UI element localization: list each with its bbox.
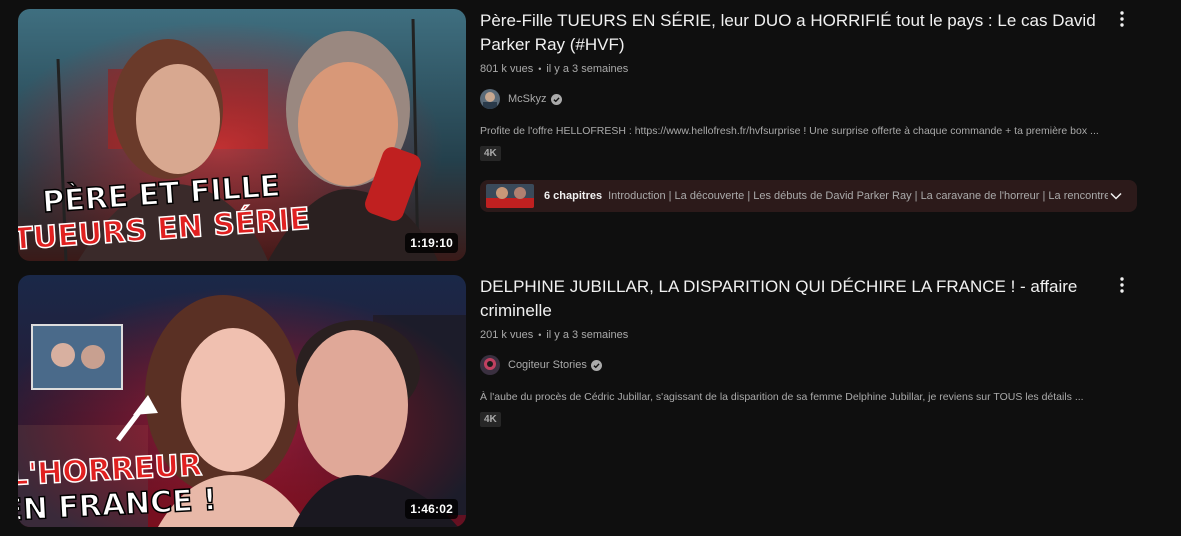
more-vert-icon bbox=[1120, 277, 1124, 293]
separator-dot: • bbox=[538, 64, 542, 74]
view-count: 201 k vues bbox=[480, 329, 534, 341]
video-metadata: 201 k vues • il y a 3 semaines bbox=[480, 329, 1140, 341]
channel-name[interactable]: McSkyz bbox=[508, 93, 547, 105]
video-thumbnail[interactable]: L'HORREUR EN FRANCE ! 1:46:02 bbox=[18, 275, 466, 527]
chapters-bar[interactable]: 6 chapitres Introduction | La découverte… bbox=[480, 180, 1137, 212]
chevron-down-icon[interactable] bbox=[1109, 189, 1123, 203]
video-duration: 1:19:10 bbox=[405, 233, 458, 253]
chapter-thumbnail bbox=[486, 184, 534, 208]
video-metadata: 801 k vues • il y a 3 semaines bbox=[480, 63, 1140, 75]
quality-badge: 4K bbox=[480, 146, 501, 161]
verified-icon bbox=[550, 93, 562, 105]
video-description: Profite de l'offre HELLOFRESH : https://… bbox=[480, 125, 1099, 137]
upload-age: il y a 3 semaines bbox=[546, 329, 629, 341]
verified-icon bbox=[590, 359, 602, 371]
chapters-count: 6 chapitres bbox=[544, 190, 603, 202]
thumbnail-image: PÈRE ET FILLE TUEURS EN SÉRIE bbox=[18, 9, 466, 261]
video-description: À l'aube du procès de Cédric Jubillar, s… bbox=[480, 391, 1084, 403]
channel-name[interactable]: Cogiteur Stories bbox=[508, 359, 587, 371]
chapters-list: Introduction | La découverte | Les début… bbox=[608, 190, 1109, 202]
channel-link[interactable]: Cogiteur Stories bbox=[480, 354, 1140, 376]
video-duration: 1:46:02 bbox=[405, 499, 458, 519]
video-title[interactable]: DELPHINE JUBILLAR, LA DISPARITION QUI DÉ… bbox=[480, 275, 1100, 323]
channel-avatar[interactable] bbox=[480, 355, 500, 375]
thumbnail-image: L'HORREUR EN FRANCE ! bbox=[18, 275, 466, 527]
video-info: DELPHINE JUBILLAR, LA DISPARITION QUI DÉ… bbox=[480, 275, 1140, 427]
video-result[interactable]: PÈRE ET FILLE TUEURS EN SÉRIE 1:19:10 Pè… bbox=[18, 9, 1168, 261]
search-results: PÈRE ET FILLE TUEURS EN SÉRIE 1:19:10 Pè… bbox=[0, 0, 1181, 536]
video-thumbnail[interactable]: PÈRE ET FILLE TUEURS EN SÉRIE 1:19:10 bbox=[18, 9, 466, 261]
view-count: 801 k vues bbox=[480, 63, 534, 75]
video-info: Père-Fille TUEURS EN SÉRIE, leur DUO a H… bbox=[480, 9, 1140, 212]
quality-badge: 4K bbox=[480, 412, 501, 427]
more-vert-icon bbox=[1120, 11, 1124, 27]
channel-avatar[interactable] bbox=[480, 89, 500, 109]
channel-link[interactable]: McSkyz bbox=[480, 88, 1140, 110]
video-result[interactable]: L'HORREUR EN FRANCE ! 1:46:02 DELPHINE J… bbox=[18, 275, 1168, 527]
more-actions-button[interactable] bbox=[1112, 9, 1132, 29]
more-actions-button[interactable] bbox=[1112, 275, 1132, 295]
separator-dot: • bbox=[538, 330, 542, 340]
video-title[interactable]: Père-Fille TUEURS EN SÉRIE, leur DUO a H… bbox=[480, 9, 1100, 57]
upload-age: il y a 3 semaines bbox=[546, 63, 629, 75]
